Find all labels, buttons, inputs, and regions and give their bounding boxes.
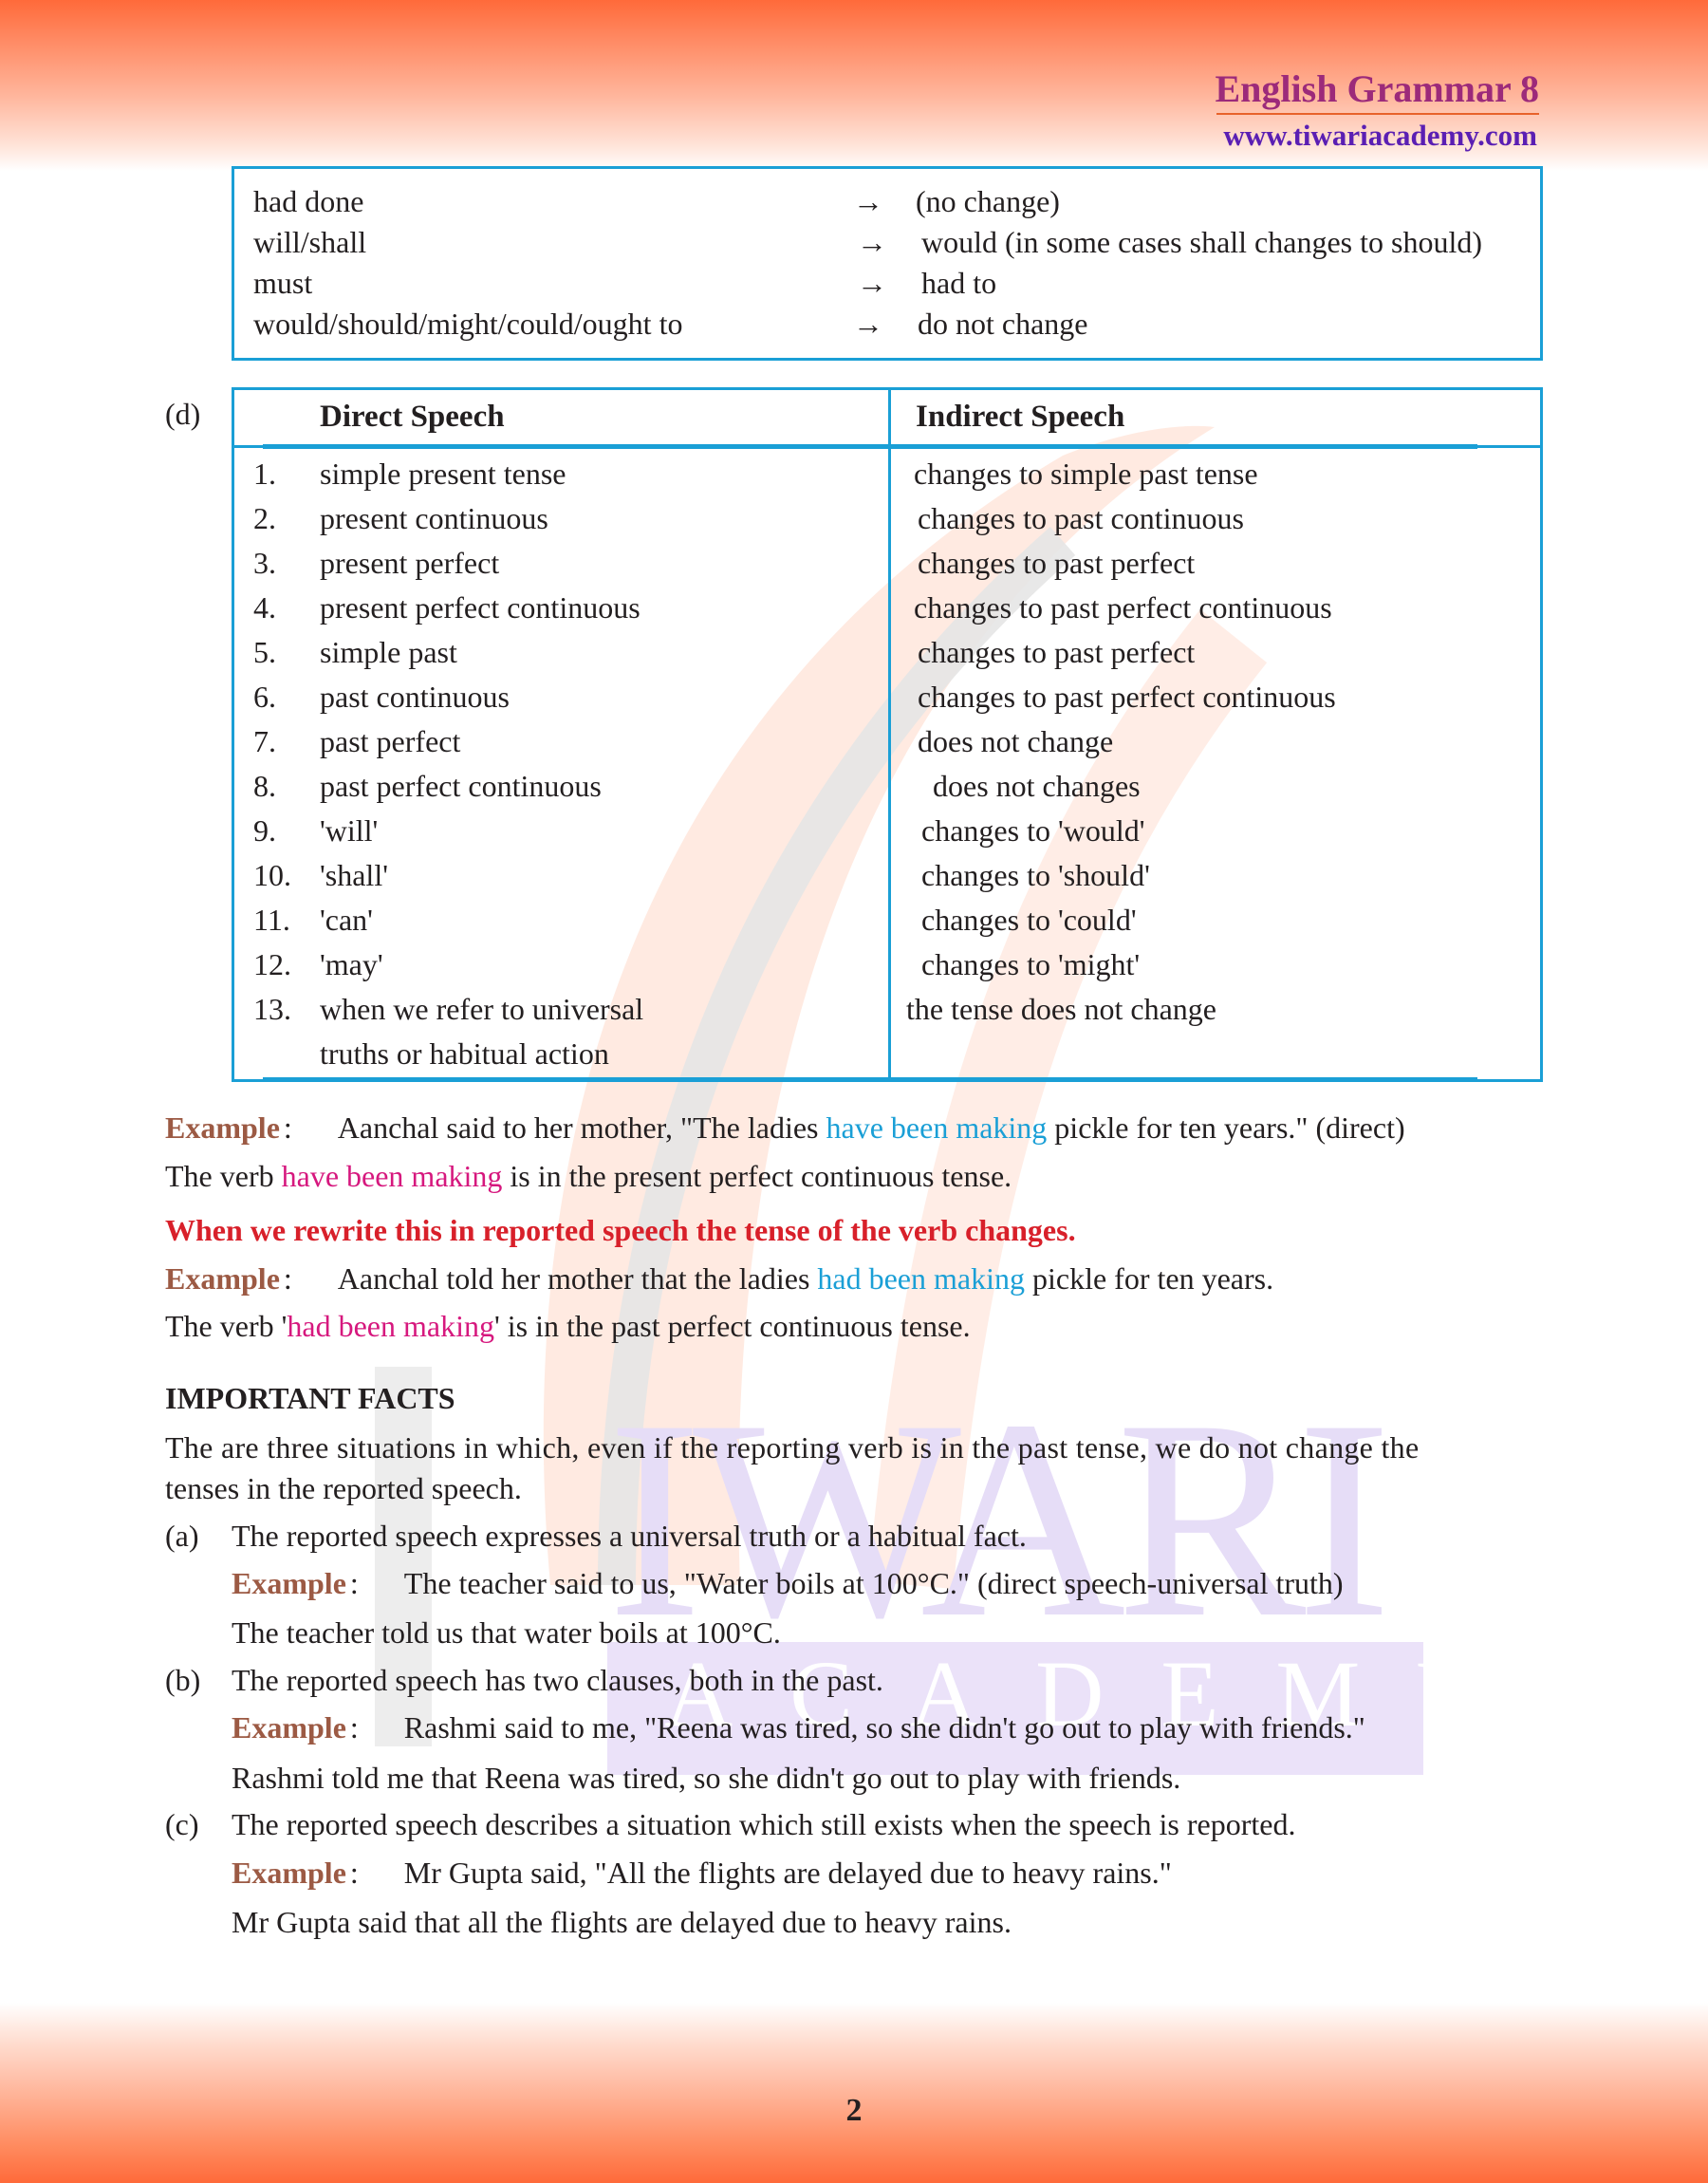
fact-a-text: The reported speech expresses a universa… [232,1519,1027,1553]
row-number: 7. [253,724,276,758]
example-label: Example [232,1710,346,1745]
indirect-speech-cell: changes to 'should' [921,858,1150,892]
fact-c-result: Mr Gupta said that all the flights are d… [232,1905,1012,1939]
direct-speech-cell: simple past [320,635,457,669]
website-link[interactable]: www.tiwariacademy.com [1223,119,1537,153]
example-1: Example: Aanchal said to her mother, "The… [165,1110,1405,1145]
indirect-speech-cell: changes to past continuous [918,501,1244,535]
header-divider-accent [263,444,1477,449]
direct-speech-cell: present perfect continuous [320,590,640,625]
indirect-speech-cell: changes to past perfect continuous [914,590,1332,625]
direct-speech-cell: truths or habitual action [320,1036,609,1071]
rule-heading: When we rewrite this in reported speech … [165,1213,1076,1247]
fact-label-a: (a) [165,1519,199,1553]
fact-label-b: (b) [165,1663,201,1697]
row-number: 12. [253,947,291,981]
row-number: 4. [253,590,276,625]
direct-speech-cell: present perfect [320,546,500,580]
example-label: Example [232,1566,346,1600]
example-2: Example: Aanchal told her mother that the… [165,1261,1274,1296]
indirect-speech-cell: changes to past perfect continuous [918,680,1336,714]
modal-to: (no change) [916,184,1060,218]
indirect-speech-cell: changes to 'might' [921,947,1141,981]
row-number: 10. [253,858,291,892]
example-label: Example [232,1856,346,1890]
modal-to: had to [921,266,997,300]
indirect-speech-cell: changes to past perfect [918,546,1196,580]
column-divider [888,390,891,1079]
arrow-icon: → [857,225,887,259]
arrow-icon: → [853,184,883,218]
modal-from: had done [253,184,364,218]
indirect-speech-cell: changes to 'could' [921,903,1137,937]
indirect-speech-cell: changes to past perfect [918,635,1196,669]
column-header-indirect: Indirect Speech [916,400,1125,434]
column-header-direct: Direct Speech [320,400,505,434]
fact-b-text: The reported speech has two clauses, bot… [232,1663,883,1697]
highlight-verb: have been making [826,1110,1048,1145]
facts-intro-line2: tenses in the reported speech. [165,1471,522,1505]
example-2-note: The verb 'had been making' is in the pas… [165,1309,971,1343]
watermark-academy-bar [607,1642,1423,1775]
fact-b-example: Example: Rashmi said to me, "Reena was ti… [232,1710,1365,1745]
tense-change-table: Direct Speech Indirect Speech 1. simple p… [232,387,1543,1082]
example-1-note: The verb have been making is in the pres… [165,1159,1012,1193]
row-number: 13. [253,992,291,1026]
highlight-verb: had been making [817,1261,1025,1296]
arrow-icon: → [853,307,883,341]
highlight-verb: had been making [287,1309,494,1343]
fact-a-example: Example: The teacher said to us, "Water b… [232,1566,1344,1600]
direct-speech-cell: 'can' [320,903,373,937]
modal-from: would/should/might/could/ought to [253,307,683,341]
modal-from: will/shall [253,225,367,259]
modal-from: must [253,266,313,300]
fact-c-example: Example: Mr Gupta said, "All the flights … [232,1856,1172,1890]
fact-c-text: The reported speech describes a situatio… [232,1807,1296,1841]
direct-speech-cell: when we refer to universal [320,992,644,1026]
indirect-speech-cell: the tense does not change [906,992,1216,1026]
fact-a-result: The teacher told us that water boils at … [232,1615,781,1650]
highlight-verb: have been making [281,1159,503,1193]
row-number: 1. [253,457,276,491]
header-rule [1216,113,1539,115]
example-label: Example [165,1261,280,1296]
row-number: 2. [253,501,276,535]
fact-label-c: (c) [165,1807,199,1841]
direct-speech-cell: 'shall' [320,858,388,892]
row-number: 5. [253,635,276,669]
direct-speech-cell: past continuous [320,680,510,714]
indirect-speech-cell: changes to 'would' [921,813,1145,848]
arrow-icon: → [857,266,887,300]
important-facts-heading: IMPORTANT FACTS [165,1381,455,1415]
indirect-speech-cell: does not change [918,724,1114,758]
facts-intro-line1: The are three situations in which, even … [165,1430,1420,1465]
row-number: 9. [253,813,276,848]
modal-to: would (in some cases shall changes to sh… [921,225,1482,259]
row-number: 11. [253,903,290,937]
indirect-speech-cell: does not changes [933,769,1141,803]
footer-divider-accent [263,1077,1477,1082]
direct-speech-cell: 'will' [320,813,379,848]
modal-to: do not change [918,307,1088,341]
direct-speech-cell: simple present tense [320,457,566,491]
fact-b-result: Rashmi told me that Reena was tired, so … [232,1761,1181,1795]
direct-speech-cell: 'may' [320,947,383,981]
row-number: 8. [253,769,276,803]
example-label: Example [165,1110,280,1145]
book-title: English Grammar 8 [1215,67,1539,110]
row-number: 3. [253,546,276,580]
direct-speech-cell: present continuous [320,501,548,535]
direct-speech-cell: past perfect [320,724,461,758]
row-number: 6. [253,680,276,714]
page-number: 2 [845,2093,863,2128]
section-label-d: (d) [165,397,201,431]
direct-speech-cell: past perfect continuous [320,769,602,803]
indirect-speech-cell: changes to simple past tense [914,457,1258,491]
modal-verbs-box: had done → (no change) will/shall → woul… [232,166,1543,361]
